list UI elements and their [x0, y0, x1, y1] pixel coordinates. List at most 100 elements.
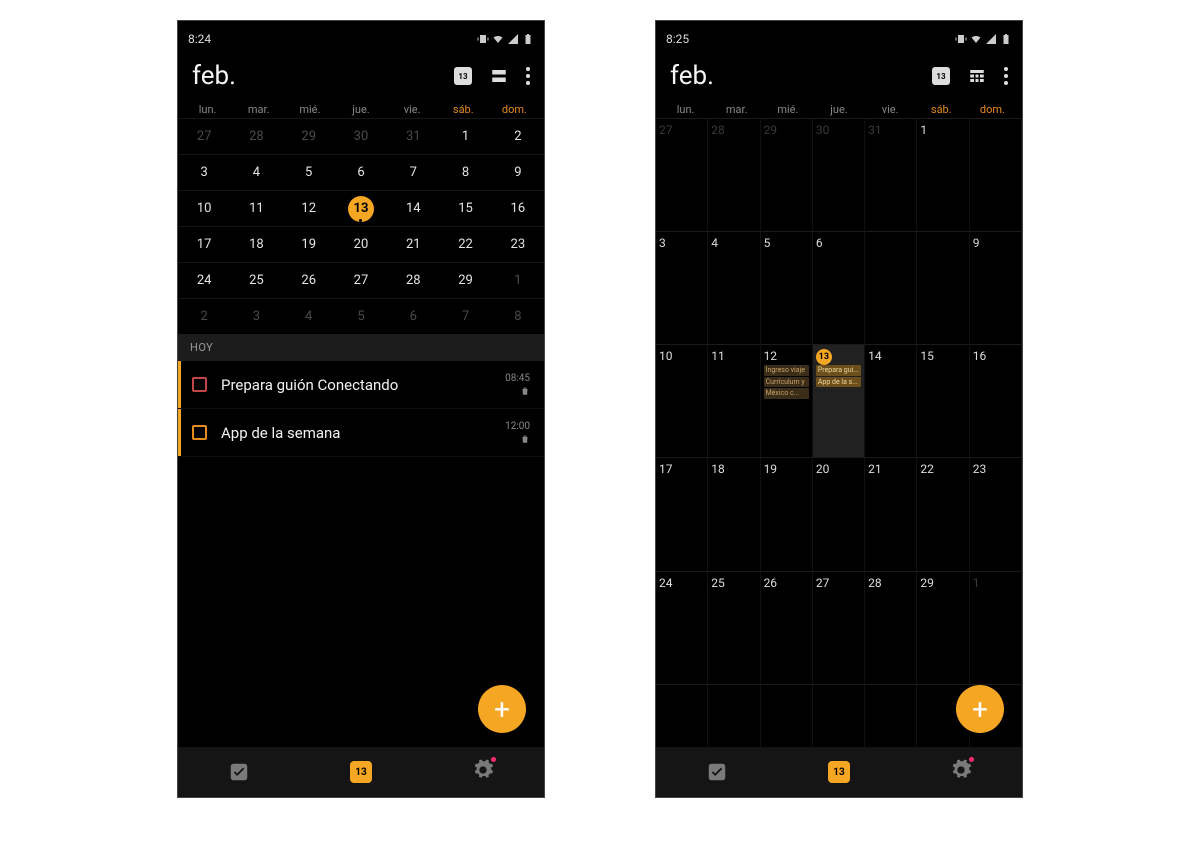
event-chip[interactable]: Prepara gui...: [816, 365, 861, 375]
view-agenda-icon[interactable]: [490, 67, 508, 85]
month-day-cell[interactable]: 13Prepara gui...App de la s...: [813, 344, 865, 457]
calendar-day[interactable]: 3: [230, 298, 282, 334]
calendar-day[interactable]: 4: [283, 298, 335, 334]
calendar-day[interactable]: 2: [492, 118, 544, 154]
month-day-cell[interactable]: 28: [865, 571, 917, 684]
calendar-day[interactable]: 1: [492, 262, 544, 298]
add-event-fab[interactable]: +: [478, 685, 526, 733]
calendar-day[interactable]: 6: [335, 154, 387, 190]
month-day-cell[interactable]: 25: [708, 571, 760, 684]
month-day-cell[interactable]: 24: [656, 571, 708, 684]
month-day-cell[interactable]: 4: [708, 231, 760, 344]
calendar-day[interactable]: 2: [178, 298, 230, 334]
month-day-cell[interactable]: 21: [865, 457, 917, 570]
month-day-cell[interactable]: 18: [708, 457, 760, 570]
month-day-cell[interactable]: 1: [970, 571, 1022, 684]
month-day-cell[interactable]: 17: [656, 457, 708, 570]
calendar-day[interactable]: 20: [335, 226, 387, 262]
month-day-cell[interactable]: 22: [917, 457, 969, 570]
calendar-day[interactable]: 14: [387, 190, 439, 226]
month-day-cell[interactable]: 31: [865, 118, 917, 231]
month-day-cell[interactable]: [970, 118, 1022, 231]
month-day-cell[interactable]: 11: [708, 344, 760, 457]
month-day-cell[interactable]: 10: [656, 344, 708, 457]
overflow-menu-icon[interactable]: [1004, 67, 1008, 85]
calendar-day[interactable]: 7: [387, 154, 439, 190]
calendar-day[interactable]: 24: [178, 262, 230, 298]
calendar-day[interactable]: 16: [492, 190, 544, 226]
event-chip[interactable]: México c...: [764, 388, 809, 398]
calendar-day[interactable]: 5: [335, 298, 387, 334]
calendar-day[interactable]: 3: [178, 154, 230, 190]
calendar-day[interactable]: 26: [283, 262, 335, 298]
nav-settings[interactable]: [900, 747, 1022, 797]
calendar-day[interactable]: 1: [439, 118, 491, 154]
calendar-day[interactable]: 19: [283, 226, 335, 262]
calendar-day[interactable]: 22: [439, 226, 491, 262]
calendar-day[interactable]: 31: [387, 118, 439, 154]
calendar-day[interactable]: 28: [230, 118, 282, 154]
calendar-day[interactable]: 25: [230, 262, 282, 298]
month-day-cell[interactable]: 12Ingreso viajeCurrículum yMéxico c...: [761, 344, 813, 457]
calendar-day[interactable]: 17: [178, 226, 230, 262]
event-chip[interactable]: Currículum y: [764, 377, 809, 387]
month-day-cell[interactable]: [865, 231, 917, 344]
add-event-fab[interactable]: +: [956, 685, 1004, 733]
today-button[interactable]: 13: [932, 67, 950, 85]
month-day-cell[interactable]: 29: [761, 118, 813, 231]
calendar-day[interactable]: 11: [230, 190, 282, 226]
month-day-cell[interactable]: 1: [917, 118, 969, 231]
nav-tasks[interactable]: [178, 747, 300, 797]
event-chip[interactable]: Ingreso viaje: [764, 365, 809, 375]
month-day-cell[interactable]: 27: [656, 118, 708, 231]
nav-tasks[interactable]: [656, 747, 778, 797]
calendar-day[interactable]: 28: [387, 262, 439, 298]
task-row[interactable]: App de la semana12:00: [178, 409, 544, 457]
calendar-day[interactable]: 29: [283, 118, 335, 154]
calendar-day[interactable]: 5: [283, 154, 335, 190]
month-label[interactable]: feb.: [670, 61, 932, 91]
calendar-day[interactable]: 9: [492, 154, 544, 190]
nav-settings[interactable]: [422, 747, 544, 797]
month-day-cell[interactable]: 16: [970, 344, 1022, 457]
task-checkbox[interactable]: [192, 377, 207, 392]
calendar-day[interactable]: 8: [439, 154, 491, 190]
month-day-cell[interactable]: 20: [813, 457, 865, 570]
month-mini-grid[interactable]: 2728293031123456789101112131415161718192…: [178, 118, 544, 334]
month-day-cell[interactable]: 15: [917, 344, 969, 457]
calendar-day[interactable]: 27: [335, 262, 387, 298]
month-day-cell[interactable]: 29: [917, 571, 969, 684]
month-day-cell[interactable]: 23: [970, 457, 1022, 570]
calendar-day[interactable]: 29: [439, 262, 491, 298]
calendar-day[interactable]: 23: [492, 226, 544, 262]
calendar-day[interactable]: 6: [387, 298, 439, 334]
month-day-cell[interactable]: 3: [656, 231, 708, 344]
month-day-cell[interactable]: 6: [813, 231, 865, 344]
event-chip[interactable]: App de la s...: [816, 377, 861, 387]
calendar-day[interactable]: 7: [439, 298, 491, 334]
calendar-day[interactable]: 21: [387, 226, 439, 262]
calendar-day[interactable]: 30: [335, 118, 387, 154]
month-day-cell[interactable]: 30: [813, 118, 865, 231]
overflow-menu-icon[interactable]: [526, 67, 530, 85]
view-month-icon[interactable]: [968, 67, 986, 85]
month-day-cell[interactable]: 28: [708, 118, 760, 231]
month-day-cell[interactable]: 26: [761, 571, 813, 684]
month-day-cell[interactable]: 9: [970, 231, 1022, 344]
month-day-cell[interactable]: 27: [813, 571, 865, 684]
month-label[interactable]: feb.: [192, 61, 454, 91]
calendar-day[interactable]: 15: [439, 190, 491, 226]
task-row[interactable]: Prepara guión Conectando08:45: [178, 361, 544, 409]
month-day-cell[interactable]: 19: [761, 457, 813, 570]
calendar-day[interactable]: 4: [230, 154, 282, 190]
task-checkbox[interactable]: [192, 425, 207, 440]
calendar-day[interactable]: 8: [492, 298, 544, 334]
calendar-day[interactable]: 18: [230, 226, 282, 262]
month-day-cell[interactable]: [917, 231, 969, 344]
calendar-day[interactable]: 13: [335, 190, 387, 226]
calendar-day[interactable]: 10: [178, 190, 230, 226]
calendar-day[interactable]: 27: [178, 118, 230, 154]
calendar-day[interactable]: 12: [283, 190, 335, 226]
nav-calendar[interactable]: 13: [778, 747, 900, 797]
today-button[interactable]: 13: [454, 67, 472, 85]
